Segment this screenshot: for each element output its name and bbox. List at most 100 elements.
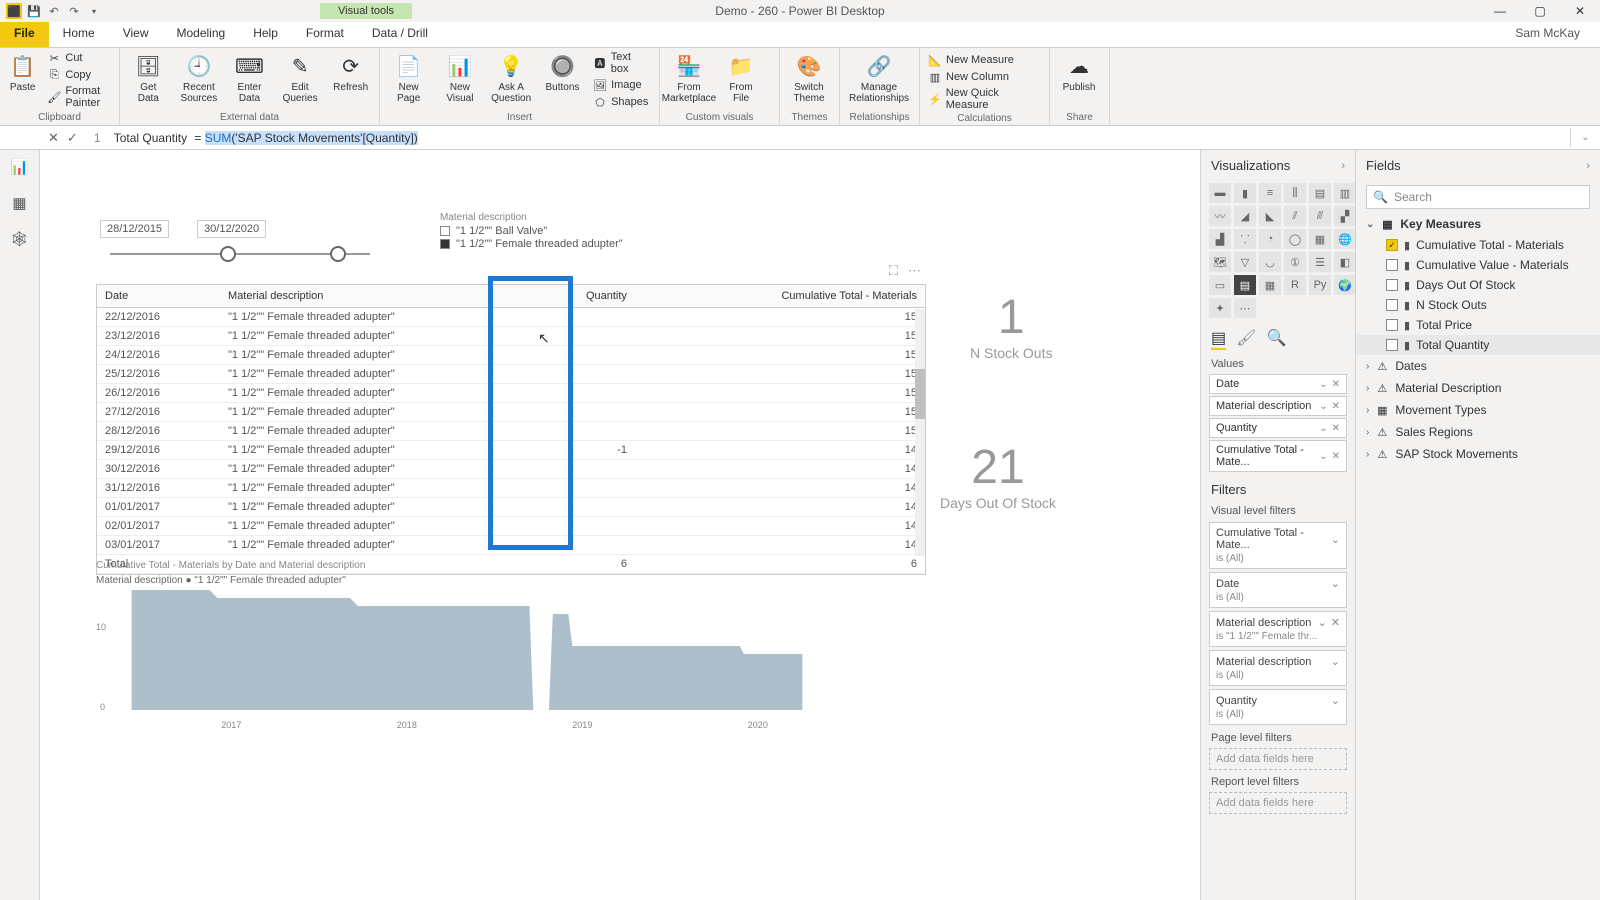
page-filters-well[interactable]: Add data fields here [1209, 748, 1347, 770]
report-filters-well[interactable]: Add data fields here [1209, 792, 1347, 814]
viz-table-icon[interactable]: ▤ [1234, 275, 1256, 295]
table-row[interactable]: 27/12/2016"1 1/2"" Female threaded adupt… [97, 403, 925, 422]
table-row[interactable]: 23/12/2016"1 1/2"" Female threaded adupt… [97, 327, 925, 346]
chevron-down-icon[interactable]: ⌄ [1331, 694, 1340, 707]
switch-theme-button[interactable]: 🎨Switch Theme [784, 50, 834, 106]
field-table-header[interactable]: ›⚠Sales Regions [1356, 421, 1600, 443]
remove-field-icon[interactable]: ✕ [1332, 401, 1340, 412]
new-quick-measure-button[interactable]: ⚡New Quick Measure [924, 86, 1045, 112]
ask-question-button[interactable]: 💡Ask A Question [487, 50, 536, 106]
filter-card[interactable]: Date⌄is (All) [1209, 572, 1347, 608]
chevron-down-icon[interactable]: ⌄ [1319, 451, 1327, 462]
more-options-icon[interactable]: ⋯ [908, 263, 921, 279]
copy-button[interactable]: ⎘Copy [43, 67, 115, 83]
viz-key-influencers-icon[interactable]: ✦ [1209, 298, 1231, 318]
table-scrollbar[interactable] [915, 309, 925, 556]
cut-button[interactable]: ✂Cut [43, 50, 115, 66]
field-table-header[interactable]: ›⚠Material Description [1356, 377, 1600, 399]
viz-python-icon[interactable]: Py [1309, 275, 1331, 295]
chevron-down-icon[interactable]: ⌄ [1319, 401, 1327, 412]
new-visual-button[interactable]: 📊New Visual [435, 50, 484, 106]
shapes-button[interactable]: ⬠Shapes [589, 94, 655, 110]
remove-filter-icon[interactable]: ✕ [1331, 616, 1340, 629]
fields-search-input[interactable]: 🔍 Search [1366, 185, 1590, 209]
save-icon[interactable]: 💾 [26, 3, 42, 19]
collapse-pane-icon[interactable]: › [1586, 160, 1590, 172]
filter-card[interactable]: Material description⌄✕is "1 1/2"" Female… [1209, 611, 1347, 647]
table-row[interactable]: 02/01/2017"1 1/2"" Female threaded adupt… [97, 517, 925, 536]
field-item[interactable]: ▮Total Quantity [1356, 335, 1600, 355]
field-table-header[interactable]: ›⚠SAP Stock Movements [1356, 443, 1600, 465]
viz-gauge-icon[interactable]: ◡ [1259, 252, 1281, 272]
table-row[interactable]: 25/12/2016"1 1/2"" Female threaded adupt… [97, 365, 925, 384]
get-data-button[interactable]: 🗄Get Data [124, 50, 173, 106]
viz-import-icon[interactable]: ⋯ [1234, 298, 1256, 318]
viz-waterfall-icon[interactable]: ▟ [1209, 229, 1231, 249]
cancel-formula-icon[interactable]: ✕ [48, 130, 59, 146]
col-material[interactable]: Material description [220, 285, 536, 308]
commit-formula-icon[interactable]: ✓ [67, 130, 78, 146]
viz-scatter-icon[interactable]: ⸪ [1234, 229, 1256, 249]
table-row[interactable]: 28/12/2016"1 1/2"" Female threaded adupt… [97, 422, 925, 441]
refresh-button[interactable]: ⟳Refresh [326, 50, 375, 95]
image-button[interactable]: 🖼Image [589, 77, 655, 93]
viz-multi-card-icon[interactable]: ☰ [1309, 252, 1331, 272]
tab-view[interactable]: View [109, 22, 163, 47]
viz-r-icon[interactable]: R [1284, 275, 1306, 295]
chevron-down-icon[interactable]: ⌄ [1331, 577, 1340, 590]
slicer-end-date[interactable]: 30/12/2020 [197, 220, 266, 238]
col-date[interactable]: Date [97, 285, 220, 308]
viz-kpi-icon[interactable]: ◧ [1334, 252, 1356, 272]
viz-stacked-bar-icon[interactable]: ▬ [1209, 183, 1231, 203]
viz-matrix-icon[interactable]: ▦ [1259, 275, 1281, 295]
slicer-handle-right[interactable] [330, 246, 346, 262]
date-slicer[interactable]: 28/12/2015 30/12/2020 [100, 220, 380, 264]
focus-mode-icon[interactable]: ⛶ [889, 263, 898, 279]
tab-data-drill[interactable]: Data / Drill [358, 22, 442, 47]
enter-data-button[interactable]: ⌨Enter Data [225, 50, 274, 106]
close-icon[interactable]: ✕ [1560, 0, 1600, 22]
model-view-icon[interactable]: 🕸 [9, 228, 31, 250]
chevron-down-icon[interactable]: ⌄ [1331, 655, 1340, 668]
field-item[interactable]: ▮Days Out Of Stock [1356, 275, 1600, 295]
textbox-button[interactable]: 🅰Text box [589, 50, 655, 76]
viz-map-icon[interactable]: 🌐 [1334, 229, 1356, 249]
slicer-handle-left[interactable] [220, 246, 236, 262]
field-item[interactable]: ▮Cumulative Value - Materials [1356, 255, 1600, 275]
checkbox-icon[interactable] [1386, 339, 1398, 351]
card-days-out[interactable]: 21 Days Out Of Stock [940, 440, 1056, 511]
publish-button[interactable]: ☁Publish [1054, 50, 1104, 95]
table-row[interactable]: 31/12/2016"1 1/2"" Female threaded adupt… [97, 479, 925, 498]
viz-clustered-bar-icon[interactable]: ≡ [1259, 183, 1281, 203]
filter-card[interactable]: Quantity⌄is (All) [1209, 689, 1347, 725]
formula-input[interactable]: 1 Total Quantity = SUM('SAP Stock Moveme… [86, 129, 1570, 147]
data-view-icon[interactable]: ▦ [9, 192, 31, 214]
table-row[interactable]: 26/12/2016"1 1/2"" Female threaded adupt… [97, 384, 925, 403]
chevron-down-icon[interactable]: ⌄ [1319, 379, 1327, 390]
col-cumulative[interactable]: Cumulative Total - Materials [635, 285, 925, 308]
viz-line-column-icon[interactable]: ⫽ [1284, 206, 1306, 226]
field-item[interactable]: ▮N Stock Outs [1356, 295, 1600, 315]
card-n-stock-outs[interactable]: 1 N Stock Outs [970, 290, 1052, 361]
report-view-icon[interactable]: 📊 [9, 156, 31, 178]
remove-field-icon[interactable]: ✕ [1332, 451, 1340, 462]
chevron-down-icon[interactable]: ⌄ [1319, 423, 1327, 434]
redo-icon[interactable]: ↷ [66, 3, 82, 19]
tab-help[interactable]: Help [239, 22, 292, 47]
signed-in-user[interactable]: Sam McKay [1515, 26, 1580, 40]
field-well[interactable]: Date⌄✕ [1209, 374, 1347, 394]
report-canvas[interactable]: 28/12/2015 30/12/2020 Material descripti… [40, 150, 1200, 900]
table-row[interactable]: 29/12/2016"1 1/2"" Female threaded adupt… [97, 441, 925, 460]
slicer-start-date[interactable]: 28/12/2015 [100, 220, 169, 238]
format-painter-button[interactable]: 🖌Format Painter [43, 84, 115, 110]
filter-card[interactable]: Cumulative Total - Mate...⌄is (All) [1209, 522, 1347, 569]
buttons-button[interactable]: 🔘Buttons [538, 50, 587, 95]
area-chart-visual[interactable]: Cumulative Total - Materials by Date and… [96, 560, 916, 738]
viz-100-bar-icon[interactable]: ▤ [1309, 183, 1331, 203]
new-column-button[interactable]: ▥New Column [924, 69, 1045, 85]
from-marketplace-button[interactable]: 🏪From Marketplace [664, 50, 714, 106]
from-file-button[interactable]: 📁From File [716, 50, 766, 106]
table-row[interactable]: 03/01/2017"1 1/2"" Female threaded adupt… [97, 536, 925, 555]
manage-relationships-button[interactable]: 🔗Manage Relationships [844, 50, 914, 106]
tab-home[interactable]: Home [49, 22, 109, 47]
